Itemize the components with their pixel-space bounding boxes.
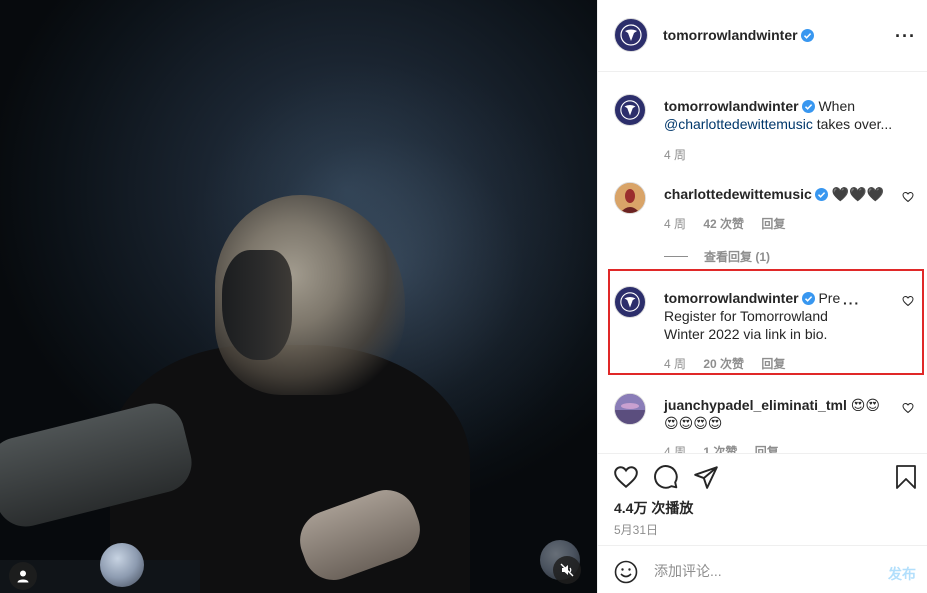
comment-body-line2: 😍😍😍😍 [664,415,723,431]
heart-icon[interactable] [902,402,914,414]
verified-icon [814,188,828,201]
heart-icon[interactable] [613,464,639,490]
comment-icon[interactable] [653,464,679,490]
performer-face [222,250,292,360]
comment-time[interactable]: 4 周 [664,217,686,231]
post-header: tomorrowlandwinter ··· [598,0,927,72]
caption-text: tomorrowlandwinter When @charlottedewitt… [664,97,894,133]
mixer-knob [100,543,144,587]
emoji-icon[interactable] [614,560,638,584]
comment-item: charlottedewittemusic 🖤🖤🖤 4 周 42 次赞 回复 [614,182,914,242]
caption-mention[interactable]: @charlottedewittemusic [664,116,813,132]
post-comment-button[interactable]: 发布 [888,564,916,584]
reply-button[interactable]: 回复 [755,445,779,453]
caption-body: When [818,98,856,114]
mute-button[interactable] [553,556,581,584]
post-side-panel: tomorrowlandwinter ··· tomorrowlandwinte… [597,0,927,593]
comment-time[interactable]: 4 周 [664,445,686,453]
view-replies-button[interactable]: 查看回复 (1) [664,248,770,265]
post-date[interactable]: 5月31日 [614,521,658,538]
caption: tomorrowlandwinter When @charlottedewitt… [614,94,914,164]
heart-icon[interactable] [902,191,914,203]
avatar[interactable] [614,182,646,214]
user-icon [17,570,29,583]
more-options-button[interactable]: ··· [895,26,916,47]
verified-icon [800,29,814,42]
avatar[interactable] [614,94,646,126]
comment-body: 🖤🖤🖤 [831,186,885,202]
mute-icon [560,563,574,577]
tagged-users-button[interactable] [9,562,37,590]
verified-icon [801,100,815,113]
play-count[interactable]: 4.4万 次播放 [614,498,693,518]
highlight-box [608,269,924,375]
comment-meta: 4 周 1 次赞 回复 [664,443,793,453]
add-comment-bar: 发布 [598,545,927,593]
comment-author[interactable]: juanchypadel_eliminati_tml [664,397,847,413]
caption-meta: 4 周 [664,146,700,163]
tomorrowland-logo-icon [620,100,640,120]
comment-likes[interactable]: 42 次赞 [703,217,744,231]
comment-body: 😍😍 [850,397,880,413]
bookmark-icon[interactable] [894,464,918,490]
view-replies-label: 查看回复 (1) [704,250,771,264]
caption-author[interactable]: tomorrowlandwinter [664,98,799,114]
avatar[interactable] [614,393,646,425]
user-photo-icon [615,183,645,213]
comments-list: tomorrowlandwinter When @charlottedewitt… [598,73,927,453]
comment-item: juanchypadel_eliminati_tml 😍😍 😍😍😍😍 4 周 1… [614,393,914,453]
caption-time[interactable]: 4 周 [664,148,686,162]
post-author-name[interactable]: tomorrowlandwinter [663,27,798,43]
tomorrowland-logo-icon [620,24,642,46]
comment-author[interactable]: charlottedewittemusic [664,186,812,202]
comment-input[interactable] [654,563,874,579]
reply-button[interactable]: 回复 [761,217,785,231]
post-author[interactable]: tomorrowlandwinter [663,27,814,43]
share-icon[interactable] [693,464,719,490]
video-player[interactable] [0,0,597,593]
comment-likes[interactable]: 1 次赞 [703,445,737,453]
comment-meta: 4 周 42 次赞 回复 [664,215,799,232]
post-actions: 4.4万 次播放 5月31日 [598,453,927,545]
replies-divider [664,256,688,257]
comment-text: juanchypadel_eliminati_tml 😍😍 😍😍😍😍 [664,396,894,432]
comment-text: charlottedewittemusic 🖤🖤🖤 [664,185,894,203]
caption-body-more[interactable]: takes over... [817,116,892,132]
user-photo-icon [615,394,645,424]
avatar[interactable] [614,18,648,52]
